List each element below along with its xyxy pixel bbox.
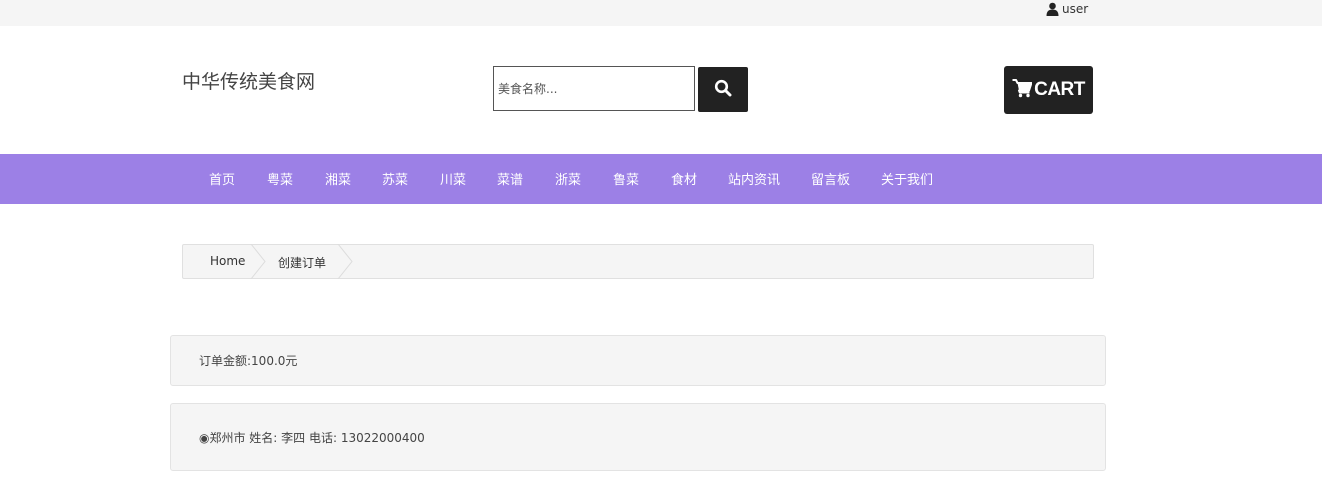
- main-nav: 首页 粤菜 湘菜 苏菜 川菜 菜谱 浙菜 鲁菜 食材 站内资讯 留言板 关于我们: [0, 154, 1322, 204]
- search-button[interactable]: [698, 67, 748, 112]
- cart-label: CART: [1034, 79, 1085, 100]
- nav-item-sichuan[interactable]: 川菜: [440, 169, 466, 188]
- nav-item-ingredients[interactable]: 食材: [671, 169, 697, 188]
- search-input[interactable]: [493, 66, 695, 111]
- user-link[interactable]: user: [1046, 2, 1088, 16]
- nav-item-message-board[interactable]: 留言板: [811, 169, 850, 188]
- nav-item-about[interactable]: 关于我们: [881, 169, 933, 188]
- breadcrumb-home[interactable]: Home: [210, 254, 245, 268]
- order-amount-panel: 订单金额:100.0元: [170, 335, 1106, 386]
- site-title[interactable]: 中华传统美食网: [182, 67, 315, 94]
- top-bar: user: [0, 0, 1322, 26]
- user-icon: [1046, 2, 1059, 16]
- nav-item-recipes[interactable]: 菜谱: [497, 169, 523, 188]
- nav-item-news[interactable]: 站内资讯: [728, 169, 780, 188]
- cart-icon: [1012, 78, 1033, 102]
- cart-button[interactable]: CART: [1004, 66, 1093, 114]
- nav-item-zhejiang[interactable]: 浙菜: [555, 169, 581, 188]
- address-panel: ◉郑州市 姓名: 李四 电话: 13022000400: [170, 403, 1106, 471]
- nav-item-jiangsu[interactable]: 苏菜: [382, 169, 408, 188]
- nav-item-cantonese[interactable]: 粤菜: [267, 169, 293, 188]
- breadcrumb-separator-icon: [250, 244, 266, 279]
- nav-item-shandong[interactable]: 鲁菜: [613, 169, 639, 188]
- breadcrumb-separator-icon: [337, 244, 353, 279]
- breadcrumb-current: 创建订单: [278, 256, 327, 270]
- nav-item-home[interactable]: 首页: [209, 169, 235, 188]
- search-icon: [714, 79, 732, 101]
- breadcrumb: Home 创建订单: [182, 244, 1094, 279]
- order-amount: 订单金额:100.0元: [199, 354, 298, 368]
- user-label: user: [1062, 2, 1089, 16]
- address-radio-option[interactable]: ◉郑州市 姓名: 李四 电话: 13022000400: [199, 429, 425, 446]
- nav-item-hunan[interactable]: 湘菜: [325, 169, 351, 188]
